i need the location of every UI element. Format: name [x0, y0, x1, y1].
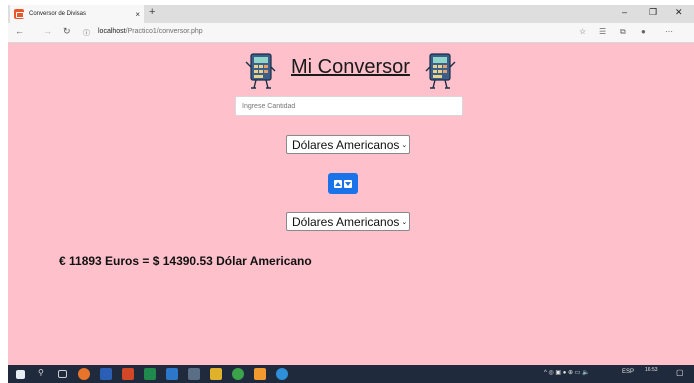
chevron-down-icon: ⌄ [401, 219, 408, 226]
app-icon-1[interactable] [78, 368, 90, 380]
clock[interactable]: 16:53 [645, 367, 658, 374]
from-currency-value: Dólares Americanos [292, 137, 400, 152]
forward-icon[interactable]: → [43, 26, 52, 36]
search-icon[interactable]: ⚲ [38, 368, 50, 380]
site-info-icon[interactable]: ⓘ [83, 28, 90, 38]
favorite-star-icon[interactable]: ☆ [579, 27, 586, 36]
tab-strip: Conversor de Divisas × + – ❐ ✕ [8, 5, 694, 23]
start-windows-icon[interactable] [16, 370, 25, 379]
profile-icon[interactable]: ● [641, 27, 646, 36]
app-icon-2[interactable] [166, 368, 178, 380]
app-icon-5[interactable] [232, 368, 244, 380]
url-host: localhost [98, 28, 126, 35]
app-icon-3[interactable] [188, 368, 200, 380]
new-tab-button[interactable]: + [149, 6, 155, 18]
browser-window: Conversor de Divisas × + – ❐ ✕ ← → ↻ ⓘ l… [0, 0, 694, 383]
page-content: Mi Conversor Dólares Americanos ⌄ [8, 43, 694, 365]
task-view-icon[interactable] [58, 370, 67, 378]
url-field[interactable]: localhost/Practico1/conversor.php [98, 28, 203, 35]
tab-close-button[interactable]: × [135, 10, 140, 19]
language-indicator[interactable]: ESP [622, 369, 634, 375]
address-bar: ← → ↻ ⓘ localhost/Practico1/conversor.ph… [8, 23, 694, 43]
conversion-result: € 11893 Euros = $ 14390.53 Dólar America… [59, 254, 312, 268]
taskbar: ⚲ ^ ◎ ▣ ● ⊕ ▭ 🔈 ESP 16:53 ▢ [8, 365, 694, 383]
calculator-icon-right [425, 53, 456, 89]
maximize-button[interactable]: ❐ [649, 7, 657, 18]
close-window-button[interactable]: ✕ [675, 7, 683, 18]
to-currency-value: Dólares Americanos [292, 214, 400, 229]
arrow-up-icon [334, 179, 342, 188]
back-icon[interactable]: ← [15, 26, 24, 36]
app-icon-4[interactable] [210, 368, 222, 380]
clock-time: 16:53 [645, 367, 658, 373]
app-icon-6[interactable] [254, 368, 266, 380]
powerpoint-icon[interactable] [122, 368, 134, 380]
chevron-down-icon: ⌄ [401, 142, 408, 149]
notifications-icon[interactable]: ▢ [676, 368, 684, 377]
to-currency-select[interactable]: Dólares Americanos ⌄ [286, 212, 410, 231]
tab-conversor[interactable]: Conversor de Divisas × [10, 5, 144, 23]
amount-input[interactable] [235, 96, 463, 116]
tab-title: Conversor de Divisas [29, 11, 87, 17]
swap-currencies-button[interactable] [328, 173, 358, 194]
tray-icons[interactable]: ^ ◎ ▣ ● ⊕ ▭ 🔈 [544, 369, 590, 376]
calculator-icon [245, 53, 276, 89]
excel-icon[interactable] [144, 368, 156, 380]
favicon-icon [14, 9, 24, 19]
collections-icon[interactable]: ⧉ [620, 27, 626, 37]
url-path: /Practico1/conversor.php [125, 28, 203, 35]
reload-icon[interactable]: ↻ [63, 26, 71, 37]
word-icon[interactable] [100, 368, 112, 380]
page-title: Mi Conversor [291, 56, 410, 78]
favorites-list-icon[interactable]: ☰ [599, 27, 606, 36]
minimize-button[interactable]: – [622, 7, 627, 17]
arrow-down-icon [344, 179, 352, 188]
edge-icon[interactable] [276, 368, 288, 380]
from-currency-select[interactable]: Dólares Americanos ⌄ [286, 135, 410, 154]
more-options-icon[interactable]: ⋯ [665, 27, 673, 36]
